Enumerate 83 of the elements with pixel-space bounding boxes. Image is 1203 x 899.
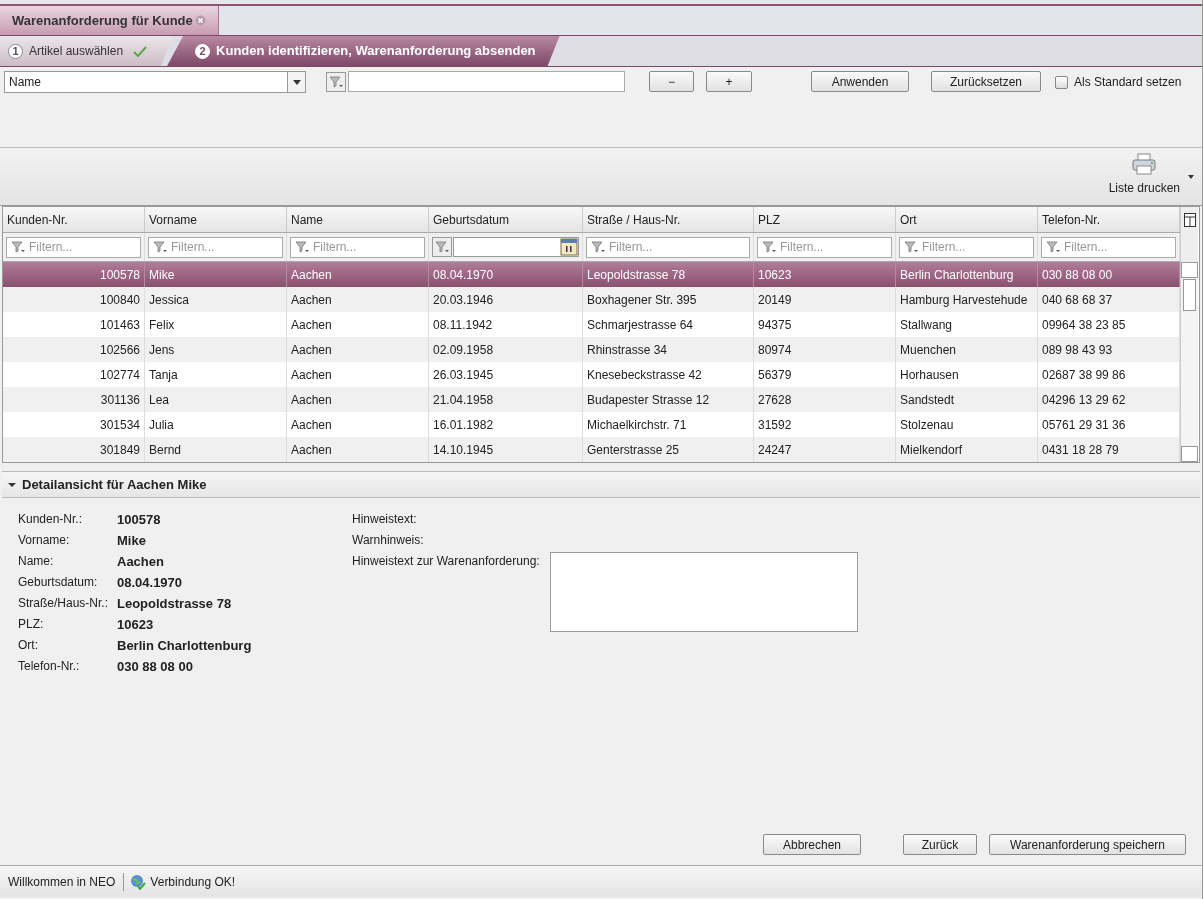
field-value: 030 88 08 00 (117, 658, 194, 674)
filter-mode-button[interactable] (432, 237, 452, 257)
printer-icon (1132, 153, 1157, 175)
funnel-icon (904, 241, 918, 253)
caret-icon[interactable] (1188, 175, 1194, 179)
field-value: 100578 (117, 511, 162, 527)
field-value: 10623 (117, 616, 155, 632)
funnel-icon (153, 241, 167, 253)
step-label: Artikel auswählen (29, 43, 124, 60)
column-header[interactable]: Straße / Haus-Nr. (583, 207, 754, 232)
note-textarea[interactable] (549, 552, 858, 632)
columns-icon (1183, 213, 1196, 227)
note-label: Hinweistext zur Warenanforderung: (352, 553, 540, 569)
tab-title: Warenanforderung für Kunde (12, 11, 193, 30)
table-row[interactable]: 100578 Mike Aachen 08.04.1970 Leopoldstrasse 78 10623 Berlin Charlottenburg 030 88 08 00 (3, 262, 1180, 287)
filter-mode-button[interactable] (326, 72, 346, 92)
collapse-icon[interactable] (8, 480, 16, 489)
funnel-icon (591, 241, 605, 253)
field-value: Aachen (117, 553, 165, 569)
table-cell: Aachen (287, 437, 429, 462)
note-label: Hinweistext: (352, 511, 418, 527)
table-row[interactable]: 100840 Jessica Aachen 20.03.1946 Boxhagener Str. 395 20149 Hamburg Harvestehude 040 68 68 37 (3, 287, 1180, 312)
field-value: 08.04.1970 (117, 574, 184, 590)
table-row[interactable]: 102566 Jens Aachen 02.09.1958 Rhinstrasse 34 80974 Muenchen 089 98 43 93 (3, 337, 1180, 362)
field-value: Berlin Charlottenburg (117, 637, 253, 653)
column-header[interactable]: Geburtsdatum (429, 207, 583, 232)
note-label: Warnhinweis: (352, 532, 425, 548)
table-cell: 24247 (754, 437, 896, 462)
funnel-icon (762, 241, 776, 253)
field-value: Mike (117, 532, 147, 548)
funnel-icon (1046, 241, 1060, 253)
print-list-button[interactable]: Liste drucken (1108, 153, 1180, 197)
funnel-icon (11, 241, 25, 253)
funnel-icon (435, 241, 449, 253)
detail-title: Detailansicht für Aachen Mike (22, 475, 207, 494)
save-button[interactable]: Warenanforderung speichern (989, 834, 1186, 855)
apply-button[interactable]: Anwenden (811, 71, 909, 92)
document-tab[interactable]: Warenanforderung für Kunde (0, 6, 219, 35)
field-label: Geburtsdatum: (18, 574, 99, 590)
back-button[interactable]: Zurück (903, 834, 977, 855)
globe-check-icon (130, 873, 147, 890)
wizard-step[interactable]: 2 Kunden identifizieren, Warenanforderung absenden (167, 36, 560, 66)
close-icon[interactable] (194, 15, 206, 26)
field-label: Name: (18, 553, 55, 569)
table-cell: 301849 (3, 437, 145, 462)
field-dropdown[interactable]: Name (4, 71, 306, 93)
add-button[interactable]: + (706, 71, 752, 92)
checkmark-icon (133, 45, 148, 57)
field-label: Ort: (18, 637, 39, 653)
table-cell: Mielkendorf (896, 437, 1038, 462)
table-row[interactable]: 301849 Bernd Aachen 14.10.1945 Genterstrasse 25 24247 Mielkendorf 0431 18 28 79 (3, 437, 1180, 462)
remove-button[interactable]: − (649, 71, 694, 92)
column-header[interactable]: Kunden-Nr. (3, 207, 145, 232)
column-header[interactable]: Ort (896, 207, 1038, 232)
table-cell: Genterstrasse 25 (583, 437, 754, 462)
cancel-button[interactable]: Abbrechen (763, 834, 861, 855)
step-label: Kunden identifizieren, Warenanforderung absenden (216, 42, 536, 61)
field-label: PLZ: (18, 616, 45, 632)
status-text: Willkommen in NEO (0, 872, 125, 891)
field-label: Kunden-Nr.: (18, 511, 84, 527)
column-header[interactable]: PLZ (754, 207, 896, 232)
step-number: 2 (195, 43, 211, 59)
filter-input[interactable] (348, 71, 625, 92)
calendar-icon[interactable] (560, 238, 578, 256)
field-value: Leopoldstrasse 78 (117, 595, 233, 611)
date-filter-field[interactable] (453, 237, 579, 257)
table-row[interactable]: 301136 Lea Aachen 21.04.1958 Budapester Strasse 12 27628 Sandstedt 04296 13 29 62 (3, 387, 1180, 412)
field-label: Telefon-Nr.: (18, 658, 81, 674)
field-label: Straße/Haus-Nr.: (18, 595, 110, 611)
reset-button[interactable]: Zurücksetzen (931, 71, 1041, 92)
table-cell: 14.10.1945 (429, 437, 583, 462)
funnel-icon (295, 241, 309, 253)
scrollbar[interactable] (1181, 262, 1198, 462)
step-number: 1 (8, 43, 23, 59)
funnel-icon (329, 76, 343, 88)
table-cell: Bernd (145, 437, 287, 462)
field-label: Vorname: (18, 532, 71, 548)
column-header[interactable]: Vorname (145, 207, 287, 232)
default-checkbox[interactable]: Als Standard setzen (1055, 71, 1182, 93)
connection-status: Verbindung OK! (150, 873, 236, 891)
wizard-step[interactable]: 1 Artikel auswählen (0, 36, 174, 66)
caret-icon (292, 79, 301, 85)
column-header[interactable]: Name (287, 207, 429, 232)
